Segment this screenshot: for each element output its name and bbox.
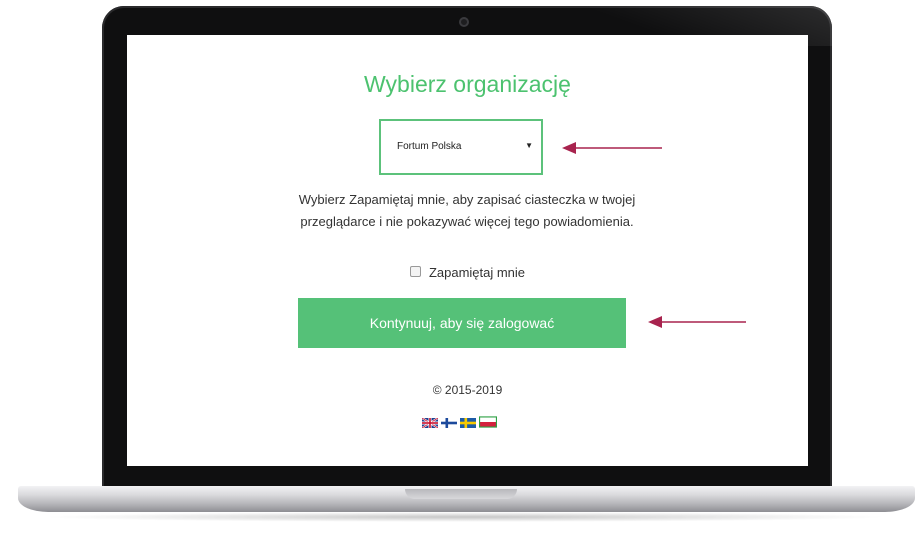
page-title: Wybierz organizację xyxy=(364,71,571,97)
continue-login-button[interactable]: Kontynuuj, aby się zalogować xyxy=(298,298,626,348)
laptop-screen: Wybierz organizację Fortum Polska ▼ Wybi… xyxy=(127,35,808,466)
remember-me-label[interactable]: Zapamiętaj mnie xyxy=(429,265,525,280)
laptop-opening-notch xyxy=(405,489,517,499)
sweden-flag-icon[interactable] xyxy=(460,418,476,428)
remember-info-text: Wybierz Zapamiętaj mnie, aby zapisać cia… xyxy=(298,192,636,229)
arrow-to-button-icon xyxy=(648,316,746,328)
language-switcher xyxy=(422,416,497,430)
poland-flag-icon[interactable] xyxy=(479,416,497,428)
remember-me-checkbox[interactable] xyxy=(409,266,421,278)
laptop-shadow xyxy=(40,512,890,522)
remember-me-row: Zapamiętaj mnie xyxy=(127,265,808,280)
copyright-text: © 2015-2019 xyxy=(432,383,503,397)
arrow-to-select-icon xyxy=(562,142,662,154)
finland-flag-icon[interactable] xyxy=(441,418,457,428)
organization-select[interactable]: Fortum Polska ▼ xyxy=(379,119,543,175)
uk-flag-icon[interactable] xyxy=(422,418,438,428)
caret-down-icon: ▼ xyxy=(525,141,533,150)
webcam-icon xyxy=(459,17,469,27)
organization-select-value: Fortum Polska xyxy=(397,141,462,152)
